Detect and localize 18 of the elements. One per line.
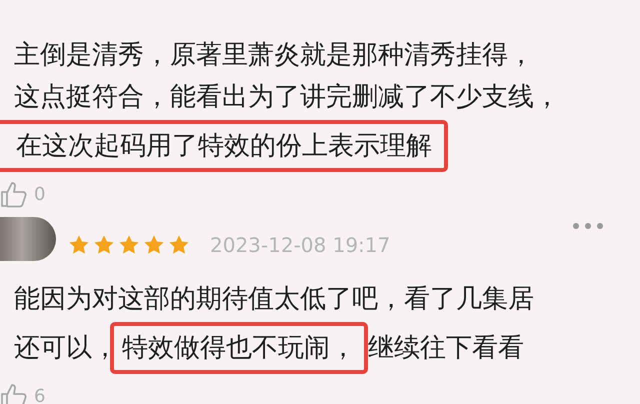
thumbs-up-icon[interactable] — [0, 382, 28, 404]
like-count: 6 — [34, 386, 46, 404]
like-count: 0 — [34, 184, 46, 204]
avatar[interactable] — [0, 217, 56, 261]
review-text: 继续往下看看 — [368, 332, 524, 365]
more-icon[interactable] — [572, 222, 604, 230]
review-date: 2023-12-08 19:17 — [210, 233, 390, 257]
review-text: 这点挺符合，能看出为了讲完删减了不少支线， — [14, 81, 560, 114]
star-icon — [118, 234, 140, 256]
star-icon — [168, 234, 190, 256]
highlighted-text: 特效做得也不玩闹， — [110, 322, 368, 374]
highlighted-text: 在这次起码用了特效的份上表示理解 — [0, 120, 448, 172]
star-icon — [143, 234, 165, 256]
review-text: 主倒是清秀，原著里萧炎就是那种清秀挂得， — [14, 39, 534, 72]
review-text: 能因为对这部的期待值太低了吧，看了几集居 — [14, 283, 534, 316]
star-icon — [93, 234, 115, 256]
thumbs-up-icon[interactable] — [0, 180, 28, 208]
star-icon — [68, 234, 90, 256]
